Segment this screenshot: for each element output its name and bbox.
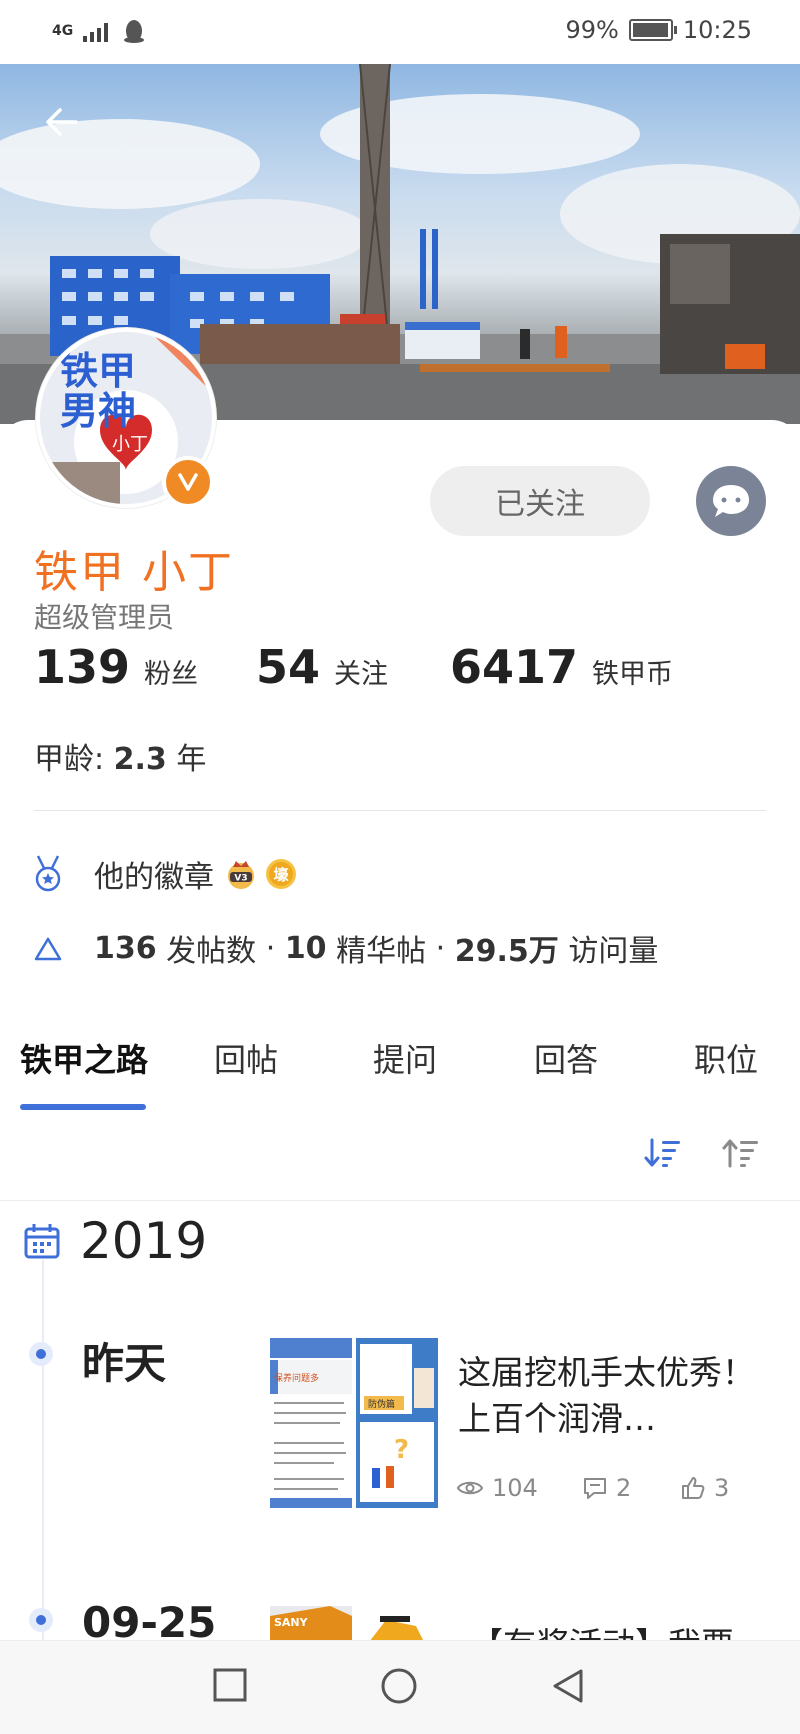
tab-jobs[interactable]: 职位 — [694, 1035, 758, 1081]
stat-coins[interactable]: 6417 铁甲币 — [450, 640, 673, 694]
clock: 10:25 — [682, 16, 752, 44]
v-check-icon — [178, 473, 198, 491]
avatar-text-3: 小丁 — [112, 434, 148, 455]
post-thumbnail[interactable]: 防伪篇 ? — [356, 1338, 438, 1508]
rich-badge-icon: 壕 — [266, 859, 296, 889]
tab-answers[interactable]: 回答 — [534, 1035, 598, 1081]
thumbnail-image: 保养问题多 — [270, 1338, 352, 1508]
verified-badge — [162, 456, 214, 508]
following-count: 54 — [256, 640, 321, 694]
svg-text:?: ? — [394, 1435, 409, 1465]
avatar-text-1: 铁甲 — [60, 349, 136, 393]
back-nav-icon[interactable] — [550, 1667, 586, 1705]
home-icon[interactable] — [380, 1667, 418, 1705]
timeline-year: 2019 — [22, 1212, 207, 1270]
active-tab-indicator — [20, 1104, 146, 1110]
view-count: 104 — [456, 1474, 538, 1502]
badges-label: 他的徽章 — [94, 860, 214, 895]
penguin-notification-icon — [124, 20, 145, 43]
status-bar: 4G 99% 10:25 — [0, 0, 800, 64]
age-unit: 年 — [176, 742, 207, 777]
like-count[interactable]: 3 — [680, 1474, 729, 1502]
thumbnail-image: 防伪篇 ? — [356, 1338, 438, 1508]
medal-icon — [35, 855, 61, 892]
username: 铁甲 小丁 — [34, 547, 234, 598]
age-label: 甲龄: — [34, 742, 105, 777]
year-label: 2019 — [80, 1212, 208, 1270]
age-value: 2.3 — [113, 742, 167, 777]
tab-replies[interactable]: 回帖 — [214, 1035, 278, 1081]
chat-bubble-icon — [713, 485, 749, 517]
sort-descending-icon[interactable] — [644, 1136, 682, 1170]
back-arrow-icon[interactable] — [40, 100, 84, 144]
status-left: 4G — [52, 18, 145, 44]
v3-badge-text: V3 — [234, 874, 247, 884]
eye-icon — [456, 1481, 484, 1495]
avatar-text-2: 男神 — [60, 389, 136, 433]
separator-dot: · — [265, 930, 276, 966]
post-thumbnail[interactable]: 保养问题多 — [270, 1338, 352, 1508]
network-label: 4G — [52, 23, 74, 39]
battery-fill — [632, 23, 669, 37]
battery-percent: 99% — [565, 16, 619, 44]
views-value: 104 — [492, 1474, 538, 1502]
featured-label: 精华帖 — [336, 934, 427, 969]
tab-questions[interactable]: 提问 — [373, 1035, 437, 1081]
visits-count: 29.5万 — [454, 934, 559, 969]
timeline-dot — [29, 1342, 53, 1366]
calendar-icon — [24, 1224, 60, 1259]
thumbs-up-icon — [682, 1477, 705, 1499]
section-divider — [0, 1200, 800, 1201]
stat-following[interactable]: 54 关注 — [256, 640, 450, 694]
battery-icon — [628, 19, 677, 41]
triangle-icon — [34, 937, 62, 961]
follow-stats: 139 粉丝 54 关注 6417 铁甲币 — [34, 640, 673, 694]
thumb-text: 防伪篇 — [368, 1398, 395, 1410]
system-nav-bar — [0, 1640, 800, 1734]
post-stats-row: 136 发帖数 · 10 精华帖 · 29.5万 访问量 — [32, 926, 658, 970]
member-age: 甲龄: 2.3 年 — [34, 734, 206, 778]
thumb-text: SANY — [274, 1616, 309, 1629]
visits-label: 访问量 — [568, 934, 659, 969]
timeline-line — [42, 1260, 44, 1660]
followed-button[interactable]: 已关注 — [430, 466, 650, 536]
divider — [34, 810, 766, 811]
thumb-text: 保养问题多 — [274, 1372, 319, 1384]
signal-icon — [83, 23, 109, 42]
likes-value: 3 — [714, 1474, 730, 1502]
badges-row[interactable]: 他的徽章 V3 壕 — [32, 852, 298, 896]
posts-label: 发帖数 — [166, 934, 257, 969]
rich-badge-text: 壕 — [273, 866, 289, 884]
profile-tabs: 铁甲之路 回帖 提问 回答 职位 — [0, 1035, 800, 1115]
fans-label: 粉丝 — [144, 659, 199, 690]
user-role: 超级管理员 — [34, 601, 175, 634]
comments-value: 2 — [616, 1474, 632, 1502]
sort-controls — [644, 1136, 760, 1170]
status-right: 99% 10:25 — [565, 16, 752, 44]
fans-count: 139 — [34, 640, 131, 694]
timeline-dot — [29, 1608, 53, 1632]
chat-button[interactable] — [696, 466, 766, 536]
posts-count: 136 — [94, 930, 157, 966]
post-title[interactable]: 这届挖机手太优秀！上百个润滑… — [458, 1350, 758, 1442]
recent-apps-icon[interactable] — [212, 1667, 248, 1703]
tab-tiejia-road[interactable]: 铁甲之路 — [20, 1035, 148, 1081]
coins-count: 6417 — [450, 640, 579, 694]
comment-count[interactable]: 2 — [582, 1474, 631, 1502]
comment-icon — [584, 1478, 606, 1499]
stat-fans[interactable]: 139 粉丝 — [34, 640, 256, 694]
entry-date: 昨天 — [82, 1339, 167, 1388]
following-label: 关注 — [334, 659, 389, 690]
coins-label: 铁甲币 — [592, 659, 674, 690]
separator-dot: · — [435, 930, 446, 966]
v3-badge-icon: V3 — [228, 861, 254, 889]
sort-ascending-icon[interactable] — [722, 1136, 760, 1170]
featured-count: 10 — [284, 930, 327, 966]
